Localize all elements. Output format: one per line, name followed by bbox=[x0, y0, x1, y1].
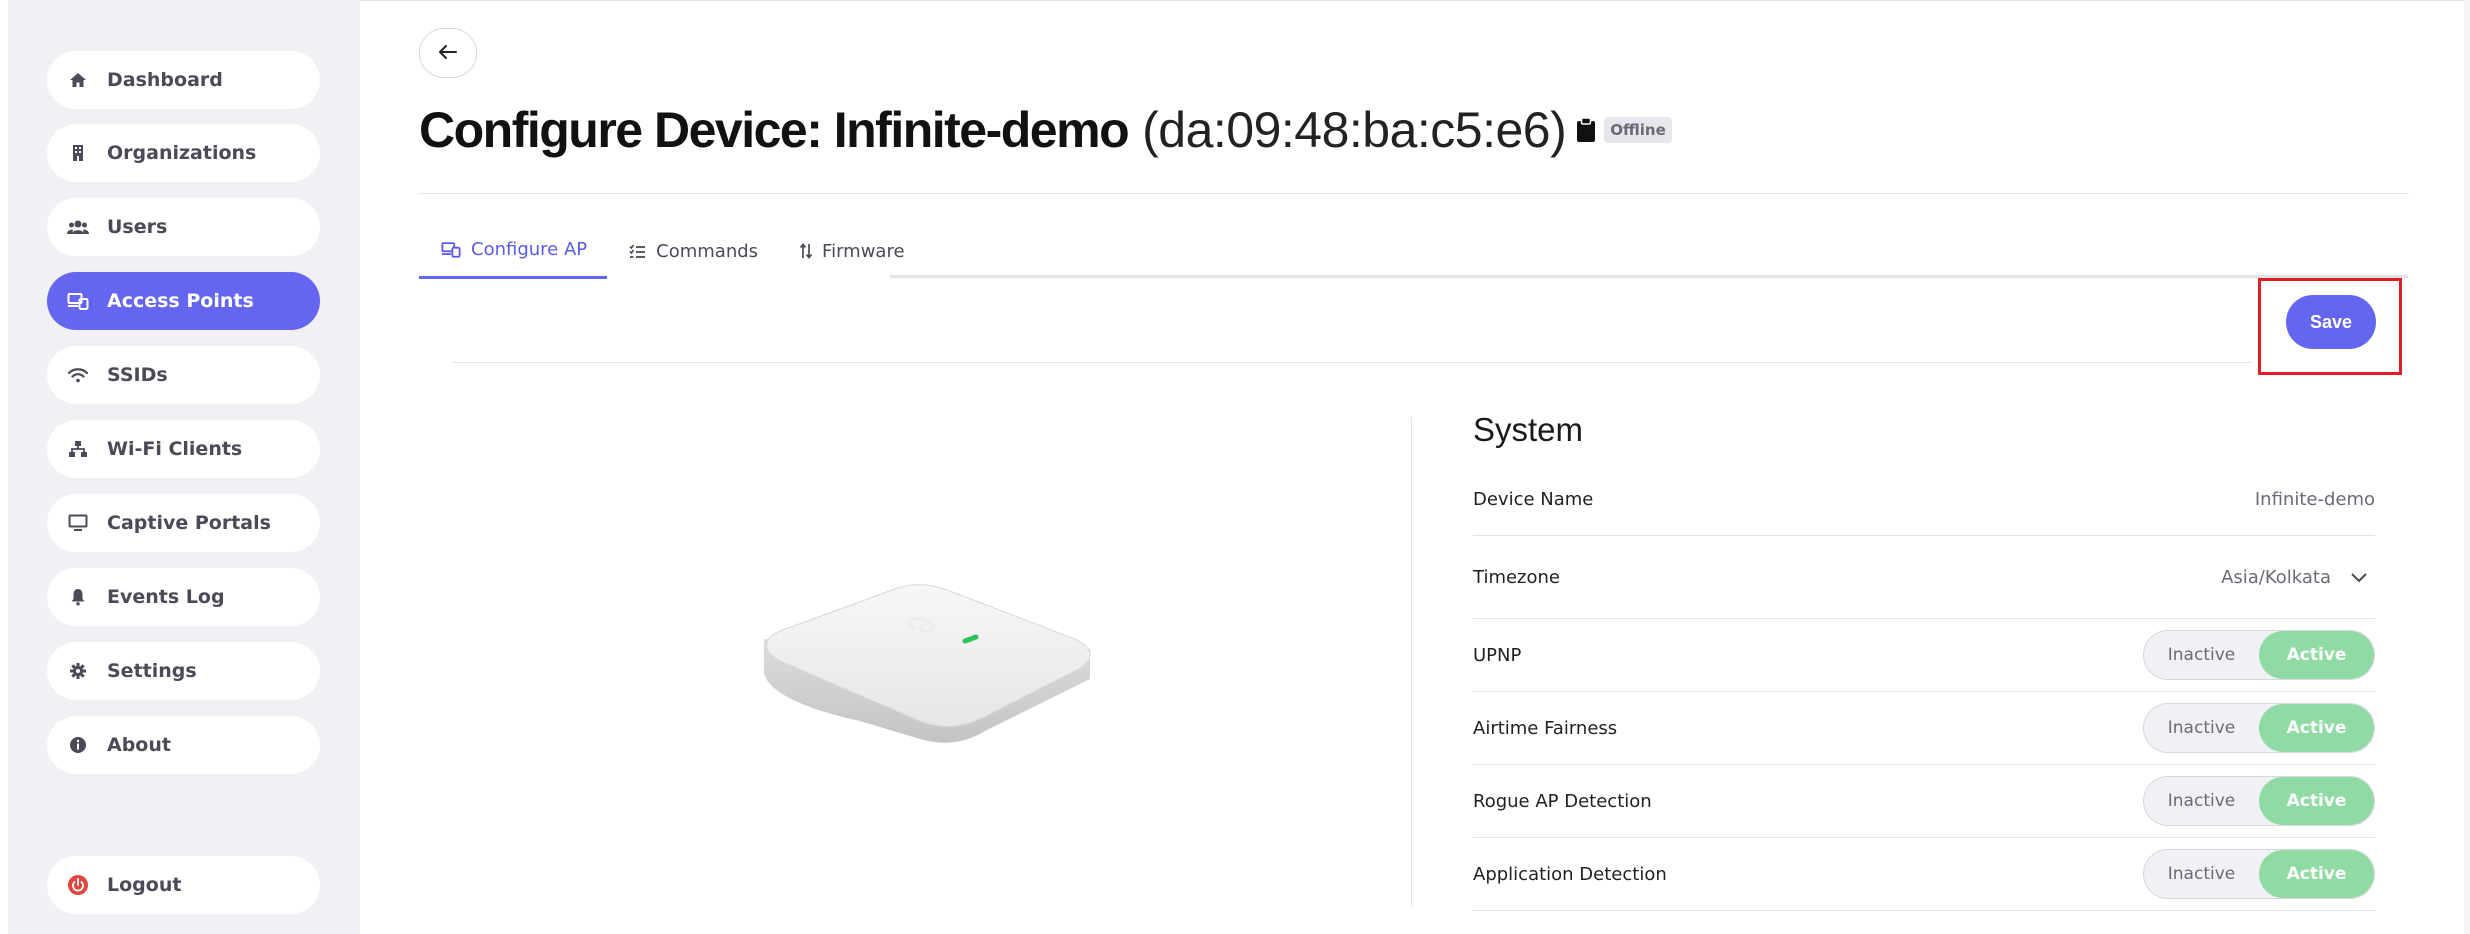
application-detection-toggle[interactable]: Inactive Active bbox=[2143, 849, 2375, 899]
system-panel: System Device Name Infinite-demo Timezon… bbox=[1473, 411, 2375, 911]
sidebar-item-label: Settings bbox=[107, 660, 197, 682]
status-badge: Offline bbox=[1604, 117, 1672, 143]
tab-label: Commands bbox=[656, 240, 759, 262]
system-title: System bbox=[1473, 411, 1584, 448]
devices-icon bbox=[441, 241, 461, 258]
tab-label: Firmware bbox=[822, 240, 905, 262]
sidebar-item-wifi-clients[interactable]: Wi-Fi Clients bbox=[47, 420, 320, 478]
chevron-down-icon bbox=[2351, 567, 2367, 588]
sort-icon bbox=[800, 243, 813, 259]
gear-icon bbox=[67, 660, 89, 682]
sidebar-item-label: Dashboard bbox=[107, 69, 223, 91]
sidebar-item-users[interactable]: Users bbox=[47, 198, 320, 256]
timezone-row: Timezone Asia/Kolkata bbox=[1473, 536, 2375, 619]
back-button[interactable] bbox=[419, 28, 477, 78]
arrow-left-icon bbox=[439, 44, 457, 62]
device-name-row: Device Name Infinite-demo bbox=[1473, 463, 2375, 536]
toggle-inactive[interactable]: Inactive bbox=[2144, 631, 2259, 679]
rogue-ap-detection-row: Rogue AP Detection Inactive Active bbox=[1473, 765, 2375, 838]
sidebar-item-dashboard[interactable]: Dashboard bbox=[47, 51, 320, 109]
monitor-icon bbox=[67, 512, 89, 534]
sidebar-item-captive-portals[interactable]: Captive Portals bbox=[47, 494, 320, 552]
device-image bbox=[750, 571, 1110, 771]
logout-button[interactable]: Logout bbox=[47, 856, 320, 914]
upnp-toggle[interactable]: Inactive Active bbox=[2143, 630, 2375, 680]
page-title: Configure Device: Infinite-demo (da:09:4… bbox=[419, 101, 1672, 159]
device-mac: (da:09:48:ba:c5:e6) bbox=[1142, 102, 1567, 158]
devices-icon bbox=[67, 290, 89, 312]
toggle-label: Airtime Fairness bbox=[1473, 717, 1618, 739]
sidebar-item-label: About bbox=[107, 734, 171, 756]
toggle-inactive[interactable]: Inactive bbox=[2144, 777, 2259, 825]
toggle-label: Application Detection bbox=[1473, 863, 1667, 885]
clipboard-icon[interactable] bbox=[1576, 117, 1596, 143]
sidebar-item-about[interactable]: About bbox=[47, 716, 320, 774]
bell-icon bbox=[67, 586, 89, 608]
users-icon bbox=[67, 216, 89, 238]
timezone-value: Asia/Kolkata bbox=[2221, 566, 2331, 588]
application-detection-row: Application Detection Inactive Active bbox=[1473, 838, 2375, 911]
network-icon bbox=[67, 438, 89, 460]
toggle-inactive[interactable]: Inactive bbox=[2144, 850, 2259, 898]
device-name-value[interactable]: Infinite-demo bbox=[2255, 489, 2375, 510]
sidebar-item-label: Captive Portals bbox=[107, 512, 271, 534]
toggle-label: UPNP bbox=[1473, 644, 1522, 666]
sidebar-item-access-points[interactable]: Access Points bbox=[47, 272, 320, 330]
timezone-select[interactable]: Asia/Kolkata bbox=[2221, 567, 2367, 588]
toggle-label: Rogue AP Detection bbox=[1473, 790, 1652, 812]
main-content: Configure Device: Infinite-demo (da:09:4… bbox=[360, 0, 2470, 934]
tab-divider bbox=[890, 275, 2408, 278]
airtime-fairness-row: Airtime Fairness Inactive Active bbox=[1473, 692, 2375, 765]
wifi-icon bbox=[67, 364, 89, 386]
page-title-text: Configure Device: Infinite-demo bbox=[419, 102, 1130, 158]
upnp-row: UPNP Inactive Active bbox=[1473, 619, 2375, 692]
tab-commands[interactable]: Commands bbox=[607, 223, 778, 279]
sidebar-item-organizations[interactable]: Organizations bbox=[47, 124, 320, 182]
tab-bar: Configure AP Commands Firmware bbox=[419, 223, 925, 279]
list-check-icon bbox=[629, 244, 646, 259]
timezone-label: Timezone bbox=[1473, 566, 1560, 588]
toggle-active[interactable]: Active bbox=[2259, 850, 2374, 898]
divider bbox=[419, 193, 2409, 194]
divider bbox=[452, 362, 2252, 363]
sidebar-item-label: Organizations bbox=[107, 142, 257, 164]
rogue-ap-detection-toggle[interactable]: Inactive Active bbox=[2143, 776, 2375, 826]
sidebar-item-settings[interactable]: Settings bbox=[47, 642, 320, 700]
device-name-label: Device Name bbox=[1473, 488, 1594, 510]
info-icon bbox=[67, 734, 89, 756]
toggle-active[interactable]: Active bbox=[2259, 631, 2374, 679]
toggle-active[interactable]: Active bbox=[2259, 704, 2374, 752]
sidebar-item-ssids[interactable]: SSIDs bbox=[47, 346, 320, 404]
tab-label: Configure AP bbox=[471, 239, 588, 260]
vertical-divider bbox=[1411, 417, 1412, 907]
page-scrollbar[interactable] bbox=[2464, 0, 2470, 934]
sidebar-item-label: Access Points bbox=[107, 290, 254, 312]
sidebar-item-events-log[interactable]: Events Log bbox=[47, 568, 320, 626]
sidebar-item-label: Wi-Fi Clients bbox=[107, 438, 243, 460]
sidebar-item-label: Users bbox=[107, 216, 168, 238]
sidebar: Dashboard Organizations Users Access Poi… bbox=[8, 0, 360, 934]
sidebar-item-label: SSIDs bbox=[107, 364, 168, 386]
toggle-active[interactable]: Active bbox=[2259, 777, 2374, 825]
tab-firmware[interactable]: Firmware bbox=[778, 223, 925, 279]
power-icon bbox=[67, 874, 89, 896]
sidebar-item-label: Events Log bbox=[107, 586, 225, 608]
save-button[interactable]: Save bbox=[2286, 295, 2376, 349]
home-icon bbox=[67, 69, 89, 91]
logout-label: Logout bbox=[107, 874, 182, 896]
airtime-fairness-toggle[interactable]: Inactive Active bbox=[2143, 703, 2375, 753]
tab-configure-ap[interactable]: Configure AP bbox=[419, 223, 608, 279]
building-icon bbox=[67, 142, 89, 164]
toggle-inactive[interactable]: Inactive bbox=[2144, 704, 2259, 752]
